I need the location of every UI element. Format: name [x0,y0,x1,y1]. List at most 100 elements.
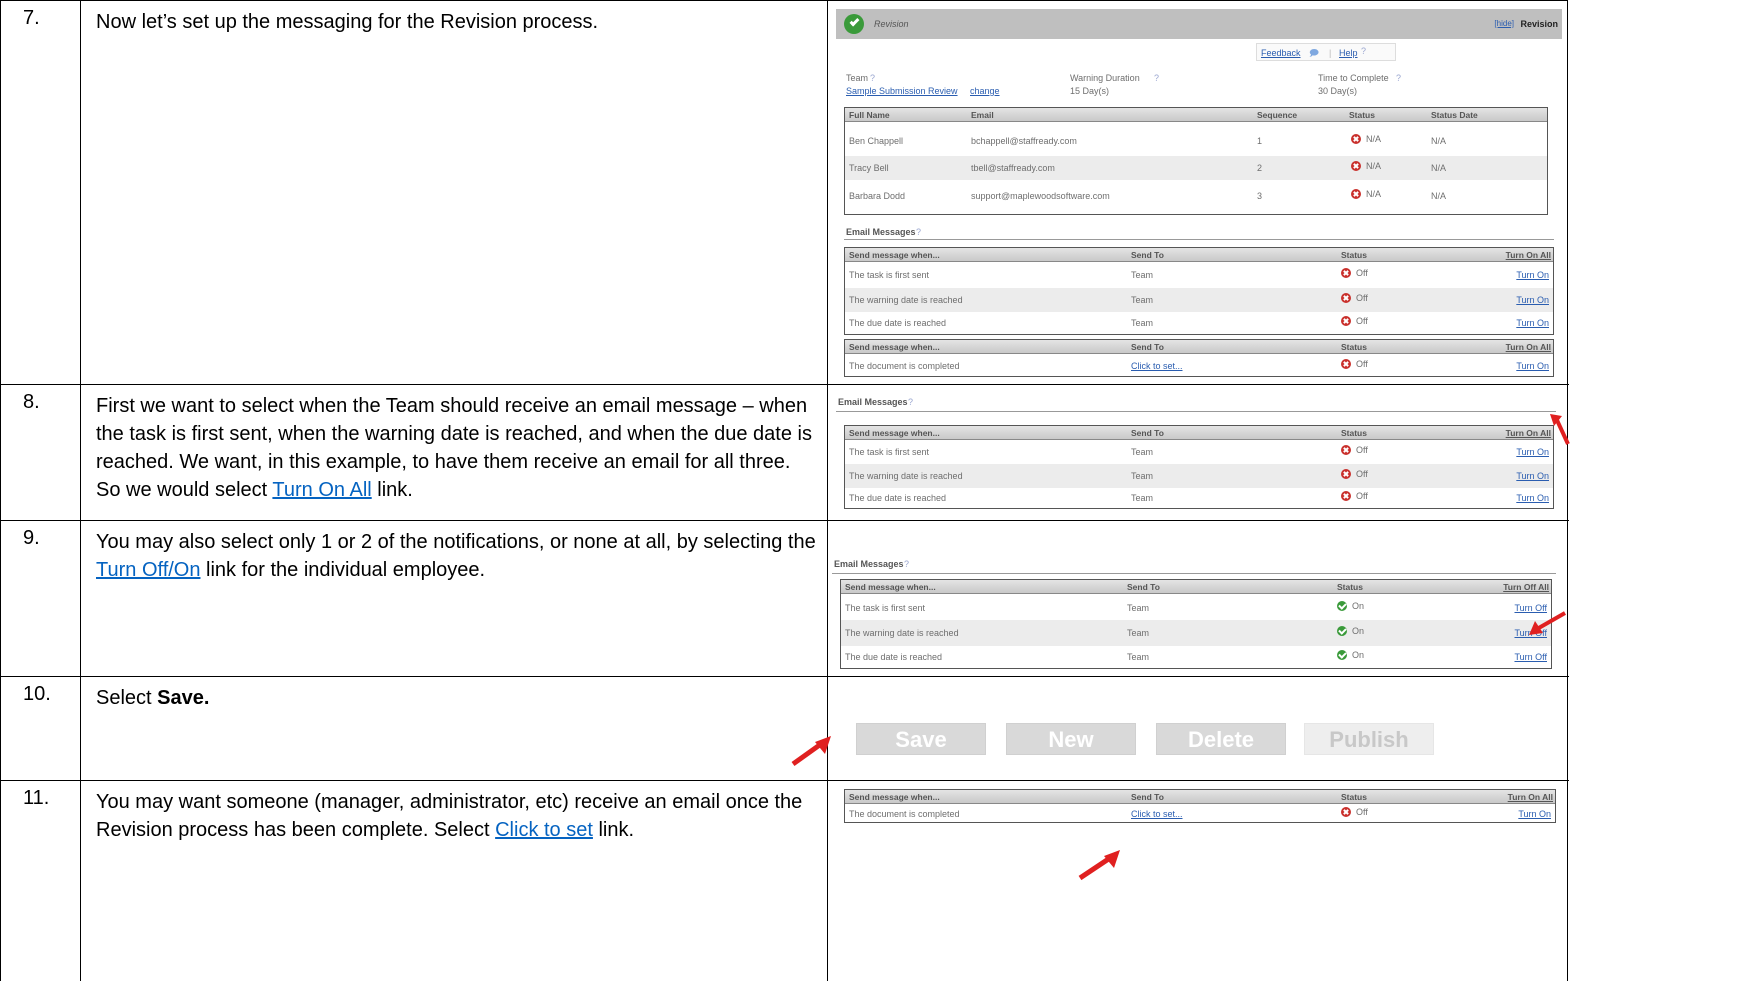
col-header: Send To [1131,792,1164,802]
step-text: Select Save. [96,687,210,709]
on-status-icon [1337,601,1347,611]
col-header: Send message when... [849,428,940,438]
col-header: Status Date [1431,110,1478,120]
step-text: Now let’s set up the messaging for the R… [96,11,599,33]
turn-on-link[interactable]: Turn On [1516,361,1549,371]
time-to-complete-value: 30 Day(s) [1318,86,1358,96]
step-row-9: 9. You may also select only 1 or 2 of th… [1,521,1569,677]
col-header: Send To [1127,582,1160,592]
turn-on-link[interactable]: Turn On [1518,809,1551,819]
col-header: Status [1341,792,1367,802]
turn-off-all-link[interactable]: Turn Off All [1503,582,1549,592]
off-status-icon [1341,807,1351,817]
completion-table: Send message when... Send To Status Turn… [844,789,1556,823]
click-to-set-link[interactable]: Click to set... [1131,361,1183,371]
step-row-10: 10. Select Save. Save New Delete Publish [1,677,1569,781]
step-text: You may want someone (manager, administr… [96,791,803,841]
new-button[interactable]: New [1006,723,1136,755]
table-row: The document is completed Click to set..… [849,807,1551,819]
turn-on-link[interactable]: Turn On [1516,270,1549,280]
col-header: Send message when... [849,342,940,352]
table-row: The due date is reached Team Off Turn On [849,491,1549,503]
col-header: Status [1337,582,1363,592]
help-icon: ? [1361,46,1367,56]
off-status-icon [1341,491,1351,501]
email-messages-title: Email Messages [846,227,916,237]
on-status-icon [1337,650,1347,660]
warning-duration-value: 15 Day(s) [1070,86,1110,96]
turn-on-link[interactable]: Turn On [1516,493,1549,503]
email-messages-on-panel: Email Messages ? Send message when... Se… [832,555,1562,675]
question-icon: ? [1396,73,1402,83]
turn-on-all-link[interactable]: Turn On All [1506,428,1551,438]
on-status-icon [1337,626,1347,636]
step-row-8: 8. First we want to select when the Team… [1,385,1569,521]
turn-on-link[interactable]: Turn On [1516,471,1549,481]
email-messages-title: Email Messages [838,397,908,407]
question-icon: ? [870,73,876,83]
off-status-icon [1341,469,1351,479]
table-row: The warning date is reached Team Off Tur… [845,288,1553,312]
off-status-icon [1351,134,1361,144]
messages-table: Send message when... Send To Status Turn… [844,425,1554,509]
step-number: 7. [23,7,40,29]
off-status-icon [1341,445,1351,455]
table-row: The due date is reached Team On Turn Off [845,650,1547,662]
question-icon: ? [916,227,922,237]
email-messages-off-panel: Email Messages ? Send message when... Se… [836,391,1566,515]
feedback-link[interactable]: Feedback [1261,48,1301,58]
warning-duration-label: Warning Duration [1070,73,1140,83]
off-status-icon [1351,189,1361,199]
col-header: Status [1349,110,1375,120]
revision-header: Revision [hide] Revision [836,9,1562,39]
col-header: Status [1341,342,1367,352]
table-row: The document is completed Click to set..… [849,359,1549,371]
header-right-title: Revision [1520,19,1558,29]
delete-button[interactable]: Delete [1156,723,1286,755]
turn-on-link[interactable]: Turn On [1516,295,1549,305]
off-status-icon [1341,293,1351,303]
members-table: Full Name Email Sequence Status Status D… [844,107,1548,215]
messages-table: Send message when... Send To Status Turn… [844,247,1554,335]
change-link[interactable]: change [970,86,1000,96]
turn-on-link[interactable]: Turn On [1516,447,1549,457]
help-link[interactable]: Help [1339,48,1358,58]
turn-off-on-doc-link[interactable]: Turn Off/On [96,559,200,581]
col-header: Send message when... [849,250,940,260]
team-label: Team [846,73,869,83]
click-to-set-link[interactable]: Click to set... [1131,809,1183,819]
revision-title: Revision [874,19,909,29]
step-number: 9. [23,527,40,549]
col-header: Send message when... [849,792,940,802]
col-header: Send To [1131,428,1164,438]
turn-on-all-link[interactable]: Turn On All [1508,792,1553,802]
pointer-arrow-icon [1078,850,1120,881]
step-text: You may also select only 1 or 2 of the n… [96,531,816,581]
off-status-icon [1341,268,1351,278]
revision-panel: Revision [hide] Revision Feedback 🗩 | He… [836,9,1562,379]
save-button[interactable]: Save [856,723,986,755]
team-link[interactable]: Sample Submission Review [846,86,958,96]
turn-on-all-doc-link[interactable]: Turn On All [272,479,371,501]
completion-panel: Send message when... Send To Status Turn… [836,787,1566,831]
divider: | [1329,48,1332,58]
table-row: Ben Chappell bchappell@staffready.com 1 … [849,134,1447,146]
publish-button[interactable]: Publish [1304,723,1434,755]
col-header: Status [1341,250,1367,260]
step-number: 8. [23,391,40,413]
off-status-icon [1341,316,1351,326]
table-row: The warning date is reached Team On Turn… [841,620,1551,646]
hide-link[interactable]: [hide] [1494,19,1514,28]
turn-on-link[interactable]: Turn On [1516,318,1549,328]
step-row-7: 7. Now let’s set up the messaging for th… [1,1,1569,385]
question-icon: ? [904,559,910,569]
pointer-arrow-icon [1529,611,1566,635]
turn-on-all-link[interactable]: Turn On All [1506,342,1551,352]
turn-on-all-link[interactable]: Turn On All [1506,250,1551,260]
step-row-11: 11. You may want someone (manager, admin… [1,781,1569,981]
completion-table: Send message when... Send To Status Turn… [844,339,1554,377]
pointer-arrow-icon [791,736,831,767]
pointer-arrow-icon [1550,414,1570,445]
click-to-set-doc-link[interactable]: Click to set [495,819,593,841]
turn-off-link[interactable]: Turn Off [1514,652,1547,662]
